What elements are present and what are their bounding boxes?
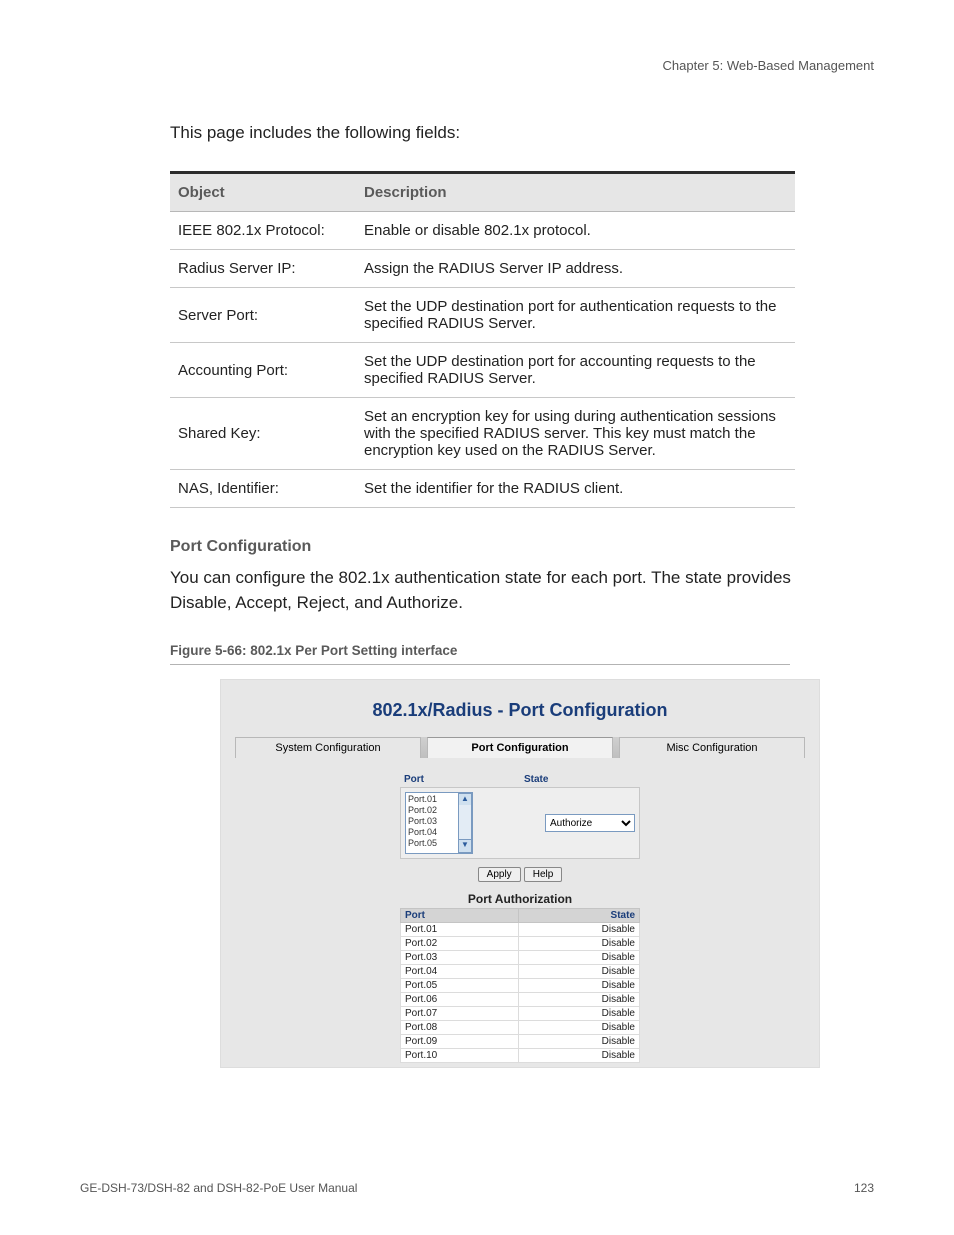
port-authorization-table: Port State Port.01Disable Port.02Disable… [400,908,640,1063]
auth-row: Port.09Disable [401,1035,640,1049]
auth-row: Port.06Disable [401,993,640,1007]
scrollbar-track[interactable] [458,805,472,841]
page-footer: GE-DSH-73/DSH-82 and DSH-82-PoE User Man… [80,1181,874,1195]
table-row: Accounting Port:Set the UDP destination … [170,343,795,398]
auth-row: Port.08Disable [401,1021,640,1035]
port-configuration-heading: Port Configuration [170,538,874,556]
auth-head-state: State [518,909,639,923]
tab-system-configuration[interactable]: System Configuration [235,737,421,758]
figure-rule [170,664,790,665]
table-row: NAS, Identifier:Set the identifier for t… [170,470,795,508]
footer-page-number: 123 [854,1181,874,1195]
state-select[interactable]: Authorize [545,814,635,832]
figure-caption: Figure 5-66: 802.1x Per Port Setting int… [170,643,874,658]
auth-row: Port.04Disable [401,965,640,979]
fields-table: Object Description IEEE 802.1x Protocol:… [170,171,795,508]
auth-row: Port.05Disable [401,979,640,993]
table-row: Radius Server IP:Assign the RADIUS Serve… [170,250,795,288]
col-object: Object [170,173,356,212]
apply-button[interactable]: Apply [478,867,521,882]
port-configuration-body: You can configure the 802.1x authenticat… [170,566,810,615]
gui-screenshot: 802.1x/Radius - Port Configuration Syste… [220,679,820,1068]
config-box: Port State Port.01 Port.02 Port.03 Port.… [400,772,640,859]
intro-text: This page includes the following fields: [170,123,874,143]
cfg-head-port: Port [400,772,520,787]
gui-title: 802.1x/Radius - Port Configuration [235,700,805,721]
port-authorization-title: Port Authorization [235,892,805,906]
cfg-head-state: State [520,772,640,787]
port-listbox[interactable]: Port.01 Port.02 Port.03 Port.04 Port.05 … [405,792,473,854]
auth-head-port: Port [401,909,519,923]
scroll-down-icon[interactable]: ▼ [458,839,472,853]
chapter-header: Chapter 5: Web-Based Management [80,58,874,73]
auth-row: Port.03Disable [401,951,640,965]
table-row: Shared Key:Set an encryption key for usi… [170,398,795,470]
footer-manual-title: GE-DSH-73/DSH-82 and DSH-82-PoE User Man… [80,1181,357,1195]
table-row: Server Port:Set the UDP destination port… [170,288,795,343]
help-button[interactable]: Help [524,867,563,882]
auth-row: Port.02Disable [401,937,640,951]
auth-row: Port.10Disable [401,1049,640,1063]
tab-port-configuration[interactable]: Port Configuration [427,737,613,758]
col-description: Description [356,173,795,212]
tab-row: System Configuration Port Configuration … [235,737,805,758]
auth-row: Port.01Disable [401,923,640,937]
table-row: IEEE 802.1x Protocol:Enable or disable 8… [170,212,795,250]
tab-misc-configuration[interactable]: Misc Configuration [619,737,805,758]
auth-row: Port.07Disable [401,1007,640,1021]
